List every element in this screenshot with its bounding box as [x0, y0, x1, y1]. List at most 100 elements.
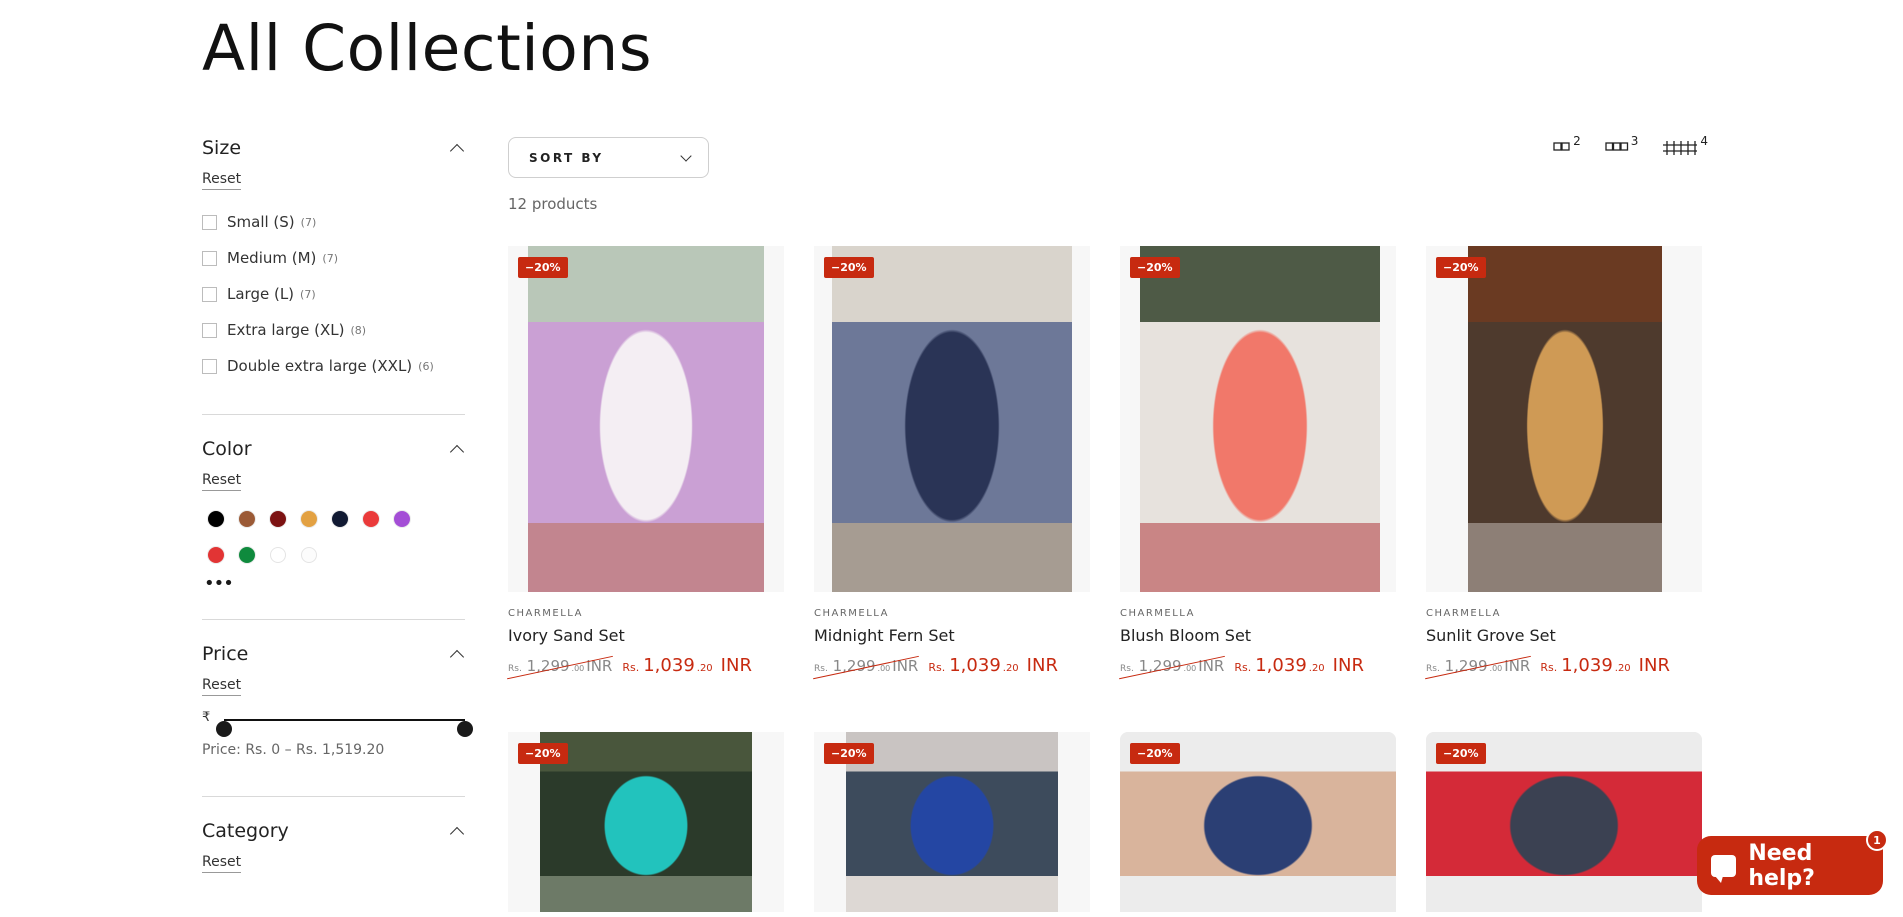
filter-category-toggle[interactable]: Category	[202, 811, 465, 851]
product-photo	[832, 246, 1072, 592]
price-reset-link[interactable]: Reset	[202, 677, 242, 696]
product-image[interactable]: −20%	[814, 246, 1090, 592]
product-photo	[540, 732, 752, 912]
product-image[interactable]: −20%	[1120, 246, 1396, 592]
product-image[interactable]: −20%	[508, 732, 784, 912]
grid-2-icon	[1553, 142, 1570, 151]
size-reset-link[interactable]: Reset	[202, 171, 242, 190]
product-image[interactable]: −20%	[1120, 732, 1396, 912]
checkbox[interactable]	[202, 250, 217, 266]
checkbox[interactable]	[202, 286, 217, 302]
size-option-xxl[interactable]: Double extra large (XXL) (6)	[202, 348, 465, 384]
product-image[interactable]: −20%	[1426, 732, 1702, 912]
filter-category: Category Reset	[202, 811, 465, 873]
size-option-xl[interactable]: Extra large (XL) (8)	[202, 312, 465, 348]
color-swatch[interactable]	[208, 511, 224, 527]
currency-prefix: Rs.	[1234, 661, 1252, 674]
color-swatch[interactable]	[394, 511, 410, 527]
price-main: 1,299	[526, 657, 570, 675]
chevron-up-icon	[449, 143, 465, 159]
product-image[interactable]: −20%	[508, 246, 784, 592]
size-option-l[interactable]: Large (L) (7)	[202, 276, 465, 312]
filter-price-toggle[interactable]: Price	[202, 634, 465, 674]
need-help-chat-button[interactable]: Need help?	[1697, 836, 1883, 895]
product-card[interactable]: −20%	[814, 732, 1090, 912]
sale-price: Rs. 1,039.20 INR	[1540, 655, 1670, 676]
size-option-count: (8)	[350, 323, 367, 337]
price-range-slider[interactable]: ₹	[202, 710, 473, 737]
price-range-track[interactable]	[216, 719, 473, 737]
product-card[interactable]: −20%	[1426, 732, 1702, 912]
product-card[interactable]: −20% CHARMELLA Midnight Fern Set Rs. 1,2…	[814, 246, 1090, 676]
discount-badge: −20%	[518, 743, 568, 764]
color-swatch[interactable]	[208, 547, 224, 563]
product-card[interactable]: −20%	[508, 732, 784, 912]
product-card[interactable]: −20%	[1120, 732, 1396, 912]
product-card[interactable]: −20% CHARMELLA Ivory Sand Set Rs. 1,299.…	[508, 246, 784, 676]
product-title[interactable]: Blush Bloom Set	[1120, 626, 1396, 645]
product-title[interactable]: Midnight Fern Set	[814, 626, 1090, 645]
color-swatches: •••	[202, 511, 442, 619]
color-swatch[interactable]	[270, 547, 286, 563]
price-cents: .00	[1183, 664, 1197, 673]
discount-badge: −20%	[1130, 257, 1180, 278]
size-option-label: Medium (M)	[227, 249, 317, 267]
product-title[interactable]: Ivory Sand Set	[508, 626, 784, 645]
price-cents: .20	[1002, 663, 1019, 674]
product-price: Rs. 1,299.00 INR Rs. 1,039.20 INR	[1426, 655, 1702, 676]
price-cents: .20	[1308, 663, 1325, 674]
checkbox[interactable]	[202, 358, 217, 374]
product-title[interactable]: Sunlit Grove Set	[1426, 626, 1702, 645]
product-price: Rs. 1,299.00 INR Rs. 1,039.20 INR	[1120, 655, 1396, 676]
currency-prefix: Rs.	[814, 664, 828, 674]
more-colors-button[interactable]: •••	[204, 575, 234, 593]
size-option-s[interactable]: Small (S) (7)	[202, 204, 465, 240]
currency-prefix: Rs.	[928, 661, 946, 674]
chat-icon	[1711, 854, 1737, 883]
price-min-handle[interactable]	[216, 721, 232, 737]
color-swatch[interactable]	[301, 511, 317, 527]
price-main: 1,299	[1138, 657, 1182, 675]
filter-size-toggle[interactable]: Size	[202, 128, 465, 168]
sale-price: Rs. 1,039.20 INR	[928, 655, 1058, 676]
price-cents: .20	[696, 663, 713, 674]
product-count: 12 products	[508, 195, 598, 213]
sort-by-dropdown[interactable]: SORT BY	[508, 137, 709, 178]
size-option-count: (6)	[418, 359, 434, 373]
category-reset-link[interactable]: Reset	[202, 854, 242, 873]
color-swatch[interactable]	[239, 511, 255, 527]
discount-badge: −20%	[1436, 743, 1486, 764]
product-card[interactable]: −20% CHARMELLA Blush Bloom Set Rs. 1,299…	[1120, 246, 1396, 676]
grid-2-columns-button[interactable]: 2	[1553, 134, 1581, 156]
filter-size-title: Size	[202, 137, 242, 159]
size-option-m[interactable]: Medium (M) (7)	[202, 240, 465, 276]
size-option-label: Extra large (XL)	[227, 321, 345, 339]
size-option-count: (7)	[300, 287, 316, 301]
price-max-handle[interactable]	[457, 721, 473, 737]
color-swatch[interactable]	[363, 511, 379, 527]
grid-4-columns-button[interactable]: 4	[1662, 134, 1708, 156]
product-image[interactable]: −20%	[814, 732, 1090, 912]
filter-color-toggle[interactable]: Color	[202, 429, 465, 469]
compare-at-price: Rs. 1,299.00 INR	[1426, 657, 1530, 675]
color-swatch[interactable]	[270, 511, 286, 527]
checkbox[interactable]	[202, 322, 217, 338]
product-photo	[528, 246, 764, 592]
compare-at-price: Rs. 1,299.00 INR	[814, 657, 918, 675]
color-swatch[interactable]	[301, 547, 317, 563]
product-photo	[846, 732, 1058, 912]
color-swatch[interactable]	[239, 547, 255, 563]
grid-3-columns-button[interactable]: 3	[1605, 134, 1638, 156]
color-swatch[interactable]	[332, 511, 348, 527]
product-card[interactable]: −20% CHARMELLA Sunlit Grove Set Rs. 1,29…	[1426, 246, 1702, 676]
product-image[interactable]: −20%	[1426, 246, 1702, 592]
currency-code: INR	[1638, 655, 1670, 676]
chevron-up-icon	[449, 444, 465, 460]
currency-code: INR	[1504, 657, 1531, 675]
filter-price: Price Reset ₹ Price: Rs. 0 – Rs. 1,519.2…	[202, 634, 473, 797]
rupee-icon: ₹	[202, 710, 211, 725]
color-reset-link[interactable]: Reset	[202, 472, 242, 491]
filter-size: Size Reset Small (S) (7) Medium (M) (7) La…	[202, 128, 465, 415]
checkbox[interactable]	[202, 214, 217, 230]
currency-prefix: Rs.	[1120, 664, 1134, 674]
